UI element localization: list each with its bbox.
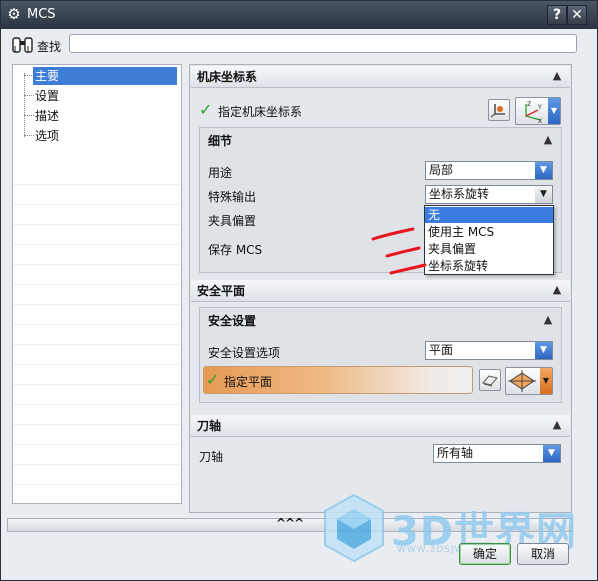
tool-axis-title: 刀轴 [197, 419, 222, 433]
binoculars-icon [12, 37, 33, 53]
ok-button[interactable]: 确定 [459, 543, 511, 565]
collapse-icon[interactable]: ▲ [550, 283, 564, 297]
empty-row [13, 285, 181, 305]
csys-dialog-icon[interactable] [488, 99, 510, 121]
plane-dialog-icon[interactable] [479, 369, 501, 391]
search-row: 查找 [7, 33, 591, 59]
tool-axis-value: 所有轴 [437, 446, 474, 460]
empty-row [13, 265, 181, 285]
collapse-icon[interactable]: ▲ [550, 418, 564, 432]
chevron-down-icon[interactable]: ▼ [535, 342, 552, 359]
tool-axis-label: 刀轴 [199, 450, 224, 464]
cancel-button[interactable]: 取消 [517, 543, 569, 565]
specify-plane-label: 指定平面 [224, 375, 273, 389]
safe-plane-header[interactable]: 安全平面 ▲ [191, 280, 570, 302]
special-output-select[interactable]: 坐标系旋转 ▼ [425, 185, 553, 204]
special-output-dropdown[interactable]: 无 使用主 MCS 夹具偏置 坐标系旋转 [424, 205, 554, 275]
empty-row [13, 405, 181, 425]
empty-row [13, 385, 181, 405]
gear-icon[interactable]: ⚙ [5, 5, 23, 23]
purpose-select[interactable]: 局部 ▼ [425, 161, 553, 180]
chevron-down-icon[interactable]: ▼ [535, 186, 552, 203]
close-button[interactable]: ✕ [567, 5, 587, 25]
expand-icon[interactable]: ^^^ [276, 516, 304, 530]
options-panel: 机床坐标系 ▲ ✓ 指定机床坐标系 ZY X ▼ 细节 ▲ 用途 局部 ▼ 特殊输… [189, 64, 572, 513]
safe-plane-title: 安全平面 [197, 284, 246, 298]
chevron-down-icon[interactable]: ▼ [543, 445, 560, 462]
empty-row [13, 225, 181, 245]
nav-item-main[interactable]: 主要 [33, 67, 177, 85]
empty-row [13, 325, 181, 345]
special-output-value: 坐标系旋转 [429, 187, 490, 201]
safety-option-value: 平面 [429, 343, 454, 357]
empty-row [13, 205, 181, 225]
chevron-down-icon[interactable]: ▼ [548, 98, 560, 124]
machine-cs-title: 机床坐标系 [197, 70, 258, 84]
tree-connector [24, 73, 25, 137]
machine-cs-header[interactable]: 机床坐标系 ▲ [191, 66, 570, 88]
collapse-icon[interactable]: ▲ [541, 133, 555, 147]
safety-settings-group: 安全设置 ▲ 安全设置选项 平面 ▼ ✓ 指定平面 ▼ [199, 307, 562, 403]
nav-item-settings[interactable]: 设置 [33, 87, 59, 105]
dropdown-option[interactable]: 无 [425, 207, 553, 223]
dropdown-option[interactable]: 夹具偏置 [425, 241, 553, 257]
nav-item-description[interactable]: 描述 [33, 107, 59, 125]
empty-row [13, 245, 181, 265]
empty-row [13, 365, 181, 385]
empty-row [13, 305, 181, 325]
empty-row [13, 445, 181, 465]
tool-axis-select[interactable]: 所有轴 ▼ [433, 444, 561, 463]
collapse-icon[interactable]: ▲ [550, 69, 564, 83]
specify-plane-row[interactable]: ✓ 指定平面 [203, 366, 473, 394]
fixture-offset-label: 夹具偏置 [208, 214, 257, 228]
nav-item-options[interactable]: 选项 [33, 127, 59, 145]
title-bar[interactable]: ⚙ MCS ? ✕ [1, 1, 597, 29]
chevron-down-icon[interactable]: ▼ [540, 368, 552, 394]
chevron-down-icon[interactable]: ▼ [535, 162, 552, 179]
empty-row [13, 165, 181, 185]
window-title: MCS [27, 7, 56, 22]
specify-mcs-label: 指定机床坐标系 [218, 105, 303, 119]
safety-option-label: 安全设置选项 [208, 346, 281, 360]
dropdown-option[interactable]: 坐标系旋转 [425, 258, 553, 274]
purpose-label: 用途 [208, 166, 233, 180]
navigation-tree: 主要 设置 描述 选项 [12, 64, 182, 504]
details-title: 细节 [208, 134, 233, 148]
details-header[interactable]: 细节 ▲ [200, 130, 561, 152]
save-mcs-label: 保存 MCS [208, 243, 263, 257]
dropdown-option[interactable]: 使用主 MCS [425, 224, 553, 240]
mcs-dialog: ⚙ MCS ? ✕ 查找 主要 设置 描述 选项 机床坐标系 ▲ ✓ 指定机床坐… [0, 0, 598, 581]
special-output-label: 特殊输出 [208, 190, 257, 204]
safety-settings-title: 安全设置 [208, 314, 257, 328]
check-icon: ✓ [206, 370, 220, 389]
empty-row [13, 185, 181, 205]
tool-axis-header[interactable]: 刀轴 ▲ [191, 415, 570, 437]
collapse-icon[interactable]: ▲ [541, 313, 555, 327]
svg-text:Y: Y [537, 104, 542, 111]
search-input[interactable] [69, 34, 577, 53]
check-icon: ✓ [199, 100, 213, 119]
csys-picker-icon[interactable]: ZY X ▼ [515, 97, 561, 125]
safety-settings-header[interactable]: 安全设置 ▲ [200, 310, 561, 332]
empty-row [13, 465, 181, 485]
annotation-marks [371, 227, 427, 275]
empty-row [13, 345, 181, 365]
empty-row [13, 425, 181, 445]
purpose-value: 局部 [429, 163, 454, 177]
search-label: 查找 [37, 40, 62, 54]
svg-text:Z: Z [527, 101, 531, 108]
help-button[interactable]: ? [547, 5, 567, 25]
svg-text:X: X [538, 118, 542, 124]
cube-icon [324, 493, 384, 563]
plane-picker-icon[interactable]: ▼ [505, 367, 553, 395]
safety-option-select[interactable]: 平面 ▼ [425, 341, 553, 360]
